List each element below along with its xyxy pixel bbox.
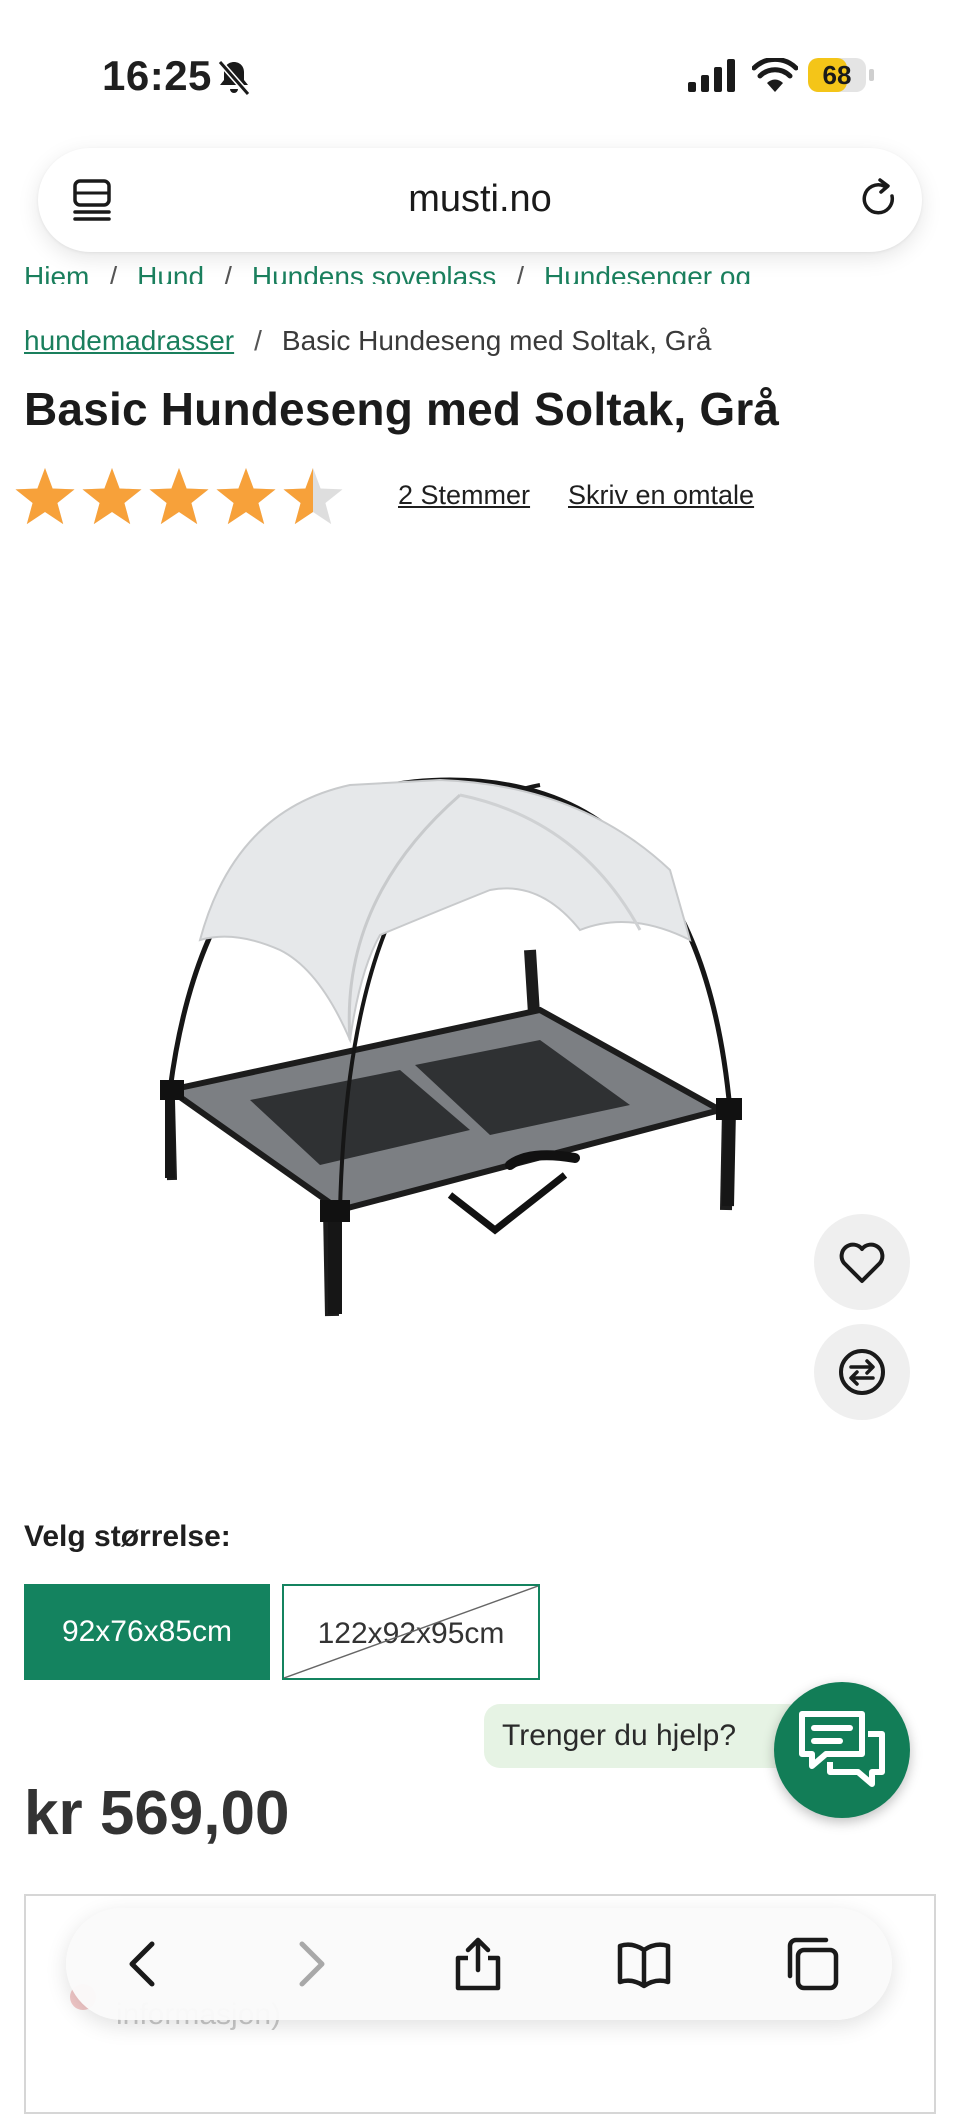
bookmarks-icon[interactable] <box>616 1936 672 1992</box>
cellular-signal-icon <box>688 59 735 92</box>
battery-indicator: 68 <box>808 58 874 94</box>
tabs-icon[interactable] <box>784 1936 840 1992</box>
breadcrumb-separator: / <box>516 261 524 284</box>
wifi-icon <box>752 58 798 92</box>
breadcrumb-separator: / <box>109 261 118 284</box>
breadcrumb-link-sleeping[interactable]: Hundens soveplass <box>252 261 496 284</box>
star-filled-1 <box>15 468 75 525</box>
star-filled-2 <box>82 468 142 525</box>
breadcrumb-separator: / <box>224 261 232 284</box>
star-rating <box>15 468 343 525</box>
muted-bell-icon <box>217 60 251 96</box>
chat-bubbles-icon <box>799 1711 885 1787</box>
breadcrumb-row-2: hundemadrasser / Basic Hundeseng med Solta… <box>24 318 924 364</box>
compare-arrows-icon <box>839 1349 885 1395</box>
battery-percent: 68 <box>822 60 852 90</box>
url-text[interactable]: musti.no <box>38 178 922 221</box>
product-price: kr 569,00 <box>24 1779 290 1848</box>
size-option-92x76x85[interactable]: 92x76x85cm <box>24 1584 270 1680</box>
help-prompt[interactable]: Trenger du hjelp? <box>484 1704 804 1768</box>
size-option-122x92x95[interactable]: 122x92x95cm <box>282 1584 540 1680</box>
wishlist-button[interactable] <box>814 1214 910 1310</box>
breadcrumb-link-home[interactable]: Hjem <box>24 261 89 284</box>
star-filled-4 <box>216 468 276 525</box>
chat-button[interactable] <box>774 1682 910 1818</box>
breadcrumb: Hjem / Hund / Hundens soveplass / Hundesenger … <box>24 254 924 284</box>
status-bar: 16:25 68 <box>0 0 960 150</box>
breadcrumb-link-beds-cont[interactable]: hundemadrasser <box>24 325 234 356</box>
address-bar[interactable]: musti.no <box>38 148 922 252</box>
size-label: Velg størrelse: <box>24 1520 231 1553</box>
reload-icon[interactable] <box>856 176 902 222</box>
breadcrumb-link-beds[interactable]: Hundesenger og <box>544 261 751 284</box>
forward-arrow-icon[interactable] <box>282 1936 338 1992</box>
status-time: 16:25 <box>102 52 212 99</box>
breadcrumb-separator: / <box>254 325 262 356</box>
star-filled-3 <box>149 468 209 525</box>
breadcrumb-current: Basic Hundeseng med Soltak, Grå <box>281 325 712 356</box>
unavailable-strike <box>284 1586 538 1678</box>
back-arrow-icon[interactable] <box>116 1936 172 1992</box>
compare-button[interactable] <box>814 1324 910 1420</box>
write-review-link[interactable]: Skriv en omtale <box>568 480 754 511</box>
product-title: Basic Hundeseng med Soltak, Grå <box>24 383 780 435</box>
heart-icon <box>839 1242 885 1283</box>
votes-link[interactable]: 2 Stemmer <box>398 480 530 511</box>
share-icon[interactable] <box>450 1936 506 1992</box>
browser-toolbar <box>66 1908 892 2020</box>
product-image <box>20 610 940 1510</box>
breadcrumb-link-dog[interactable]: Hund <box>137 261 204 284</box>
